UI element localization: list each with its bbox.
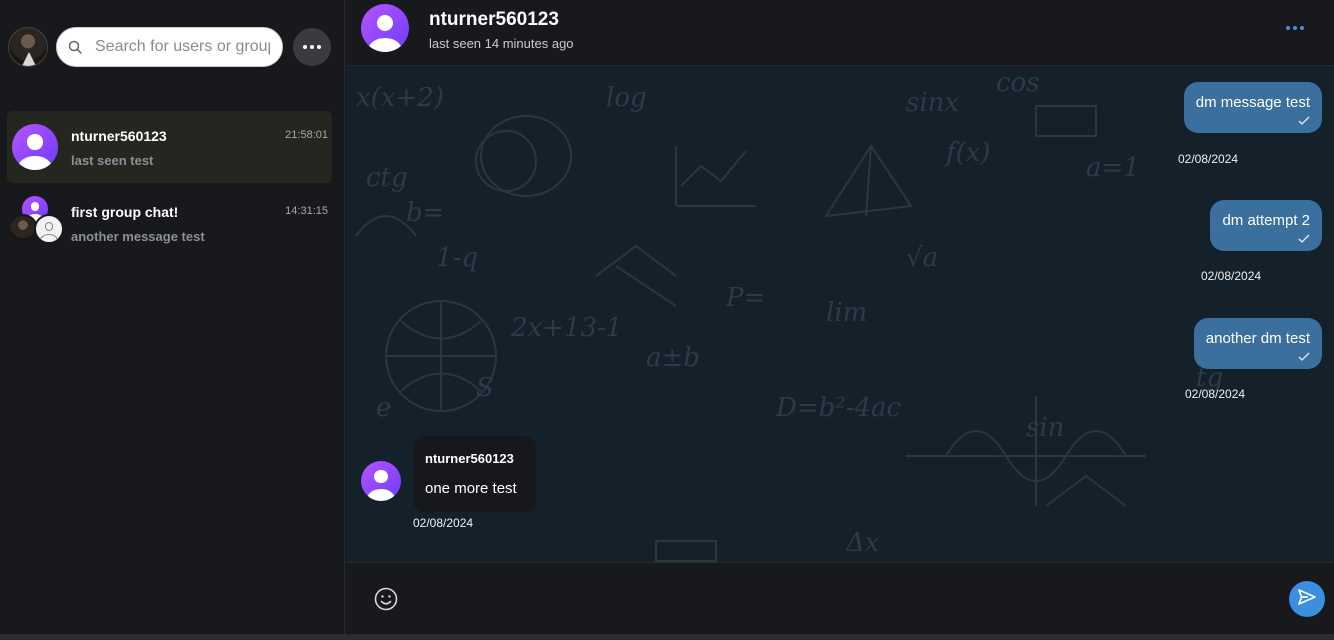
- chat-name: nturner560123: [71, 128, 167, 144]
- sent-check-icon: [1206, 349, 1310, 361]
- message-date: 02/08/2024: [413, 516, 474, 530]
- bg-formula-text: Δx: [845, 528, 880, 558]
- user-silhouette-icon: [12, 124, 58, 170]
- chat-list-item[interactable]: nturner560123 last seen test 21:58:01: [7, 111, 332, 183]
- chat-time: 21:58:01: [285, 129, 328, 141]
- outgoing-message-bubble[interactable]: another dm test: [1193, 318, 1322, 369]
- more-dot-icon: [1293, 26, 1297, 30]
- emoji-icon[interactable]: [373, 586, 399, 612]
- chat-time: 14:31:15: [285, 205, 328, 217]
- message-date: 02/08/2024: [1185, 387, 1246, 401]
- user-silhouette-icon: [361, 4, 409, 52]
- user-silhouette-icon: [361, 461, 401, 501]
- incoming-message-bubble[interactable]: nturner560123 one more test: [413, 436, 536, 512]
- bg-formula-text: a=1: [1086, 153, 1140, 183]
- message-text: another dm test: [1205, 330, 1310, 347]
- message-date: 02/08/2024: [1178, 152, 1239, 166]
- chat-preview: last seen test: [71, 153, 154, 168]
- bg-formula-text: 2x+13-1: [510, 313, 622, 343]
- group-avatar: [7, 188, 67, 248]
- window-bottom-edge: [0, 634, 1334, 640]
- sender-name: nturner560123: [425, 451, 514, 466]
- more-dot-icon: [1286, 26, 1290, 30]
- bg-formula-text: x(x+2): [356, 83, 444, 113]
- sent-check-icon: [1222, 231, 1310, 243]
- message-date: 02/08/2024: [1201, 269, 1262, 283]
- contact-name: nturner560123: [429, 9, 559, 30]
- messenger-app: nturner560123 last seen test 21:58:01 fi…: [0, 0, 1334, 640]
- contact-status: last seen 14 minutes ago: [429, 36, 574, 51]
- contact-avatar[interactable]: [361, 4, 409, 52]
- bg-formula-text: ctg: [366, 163, 408, 193]
- more-dot-icon: [1300, 26, 1304, 30]
- bg-formula-text: P=: [725, 283, 765, 313]
- bg-formula-text: lim: [826, 298, 867, 328]
- bg-formula-text: D=b²-4ac: [775, 393, 902, 423]
- message-text: one more test: [425, 480, 517, 497]
- outgoing-message-bubble[interactable]: dm attempt 2: [1210, 200, 1322, 251]
- chat-avatar: [12, 124, 58, 170]
- chat-preview: another message test: [71, 229, 205, 244]
- message-text: dm message test: [1195, 94, 1310, 111]
- search-icon: [67, 39, 83, 55]
- bg-formula-text: log: [606, 83, 647, 113]
- send-icon: [1297, 587, 1317, 612]
- message-input[interactable]: [418, 581, 1278, 617]
- send-button[interactable]: [1289, 581, 1325, 617]
- sidebar: nturner560123 last seen test 21:58:01 fi…: [0, 0, 345, 634]
- bg-formula-text: S: [476, 373, 494, 403]
- more-dot-icon: [317, 45, 321, 49]
- message-composer: [346, 562, 1334, 634]
- search-box[interactable]: [56, 27, 283, 67]
- more-dot-icon: [303, 45, 307, 49]
- sidebar-more-button[interactable]: [293, 28, 331, 66]
- bg-formula-text: √a: [906, 243, 938, 273]
- more-dot-icon: [310, 45, 314, 49]
- bg-formula-text: sinx: [906, 88, 959, 118]
- sent-check-icon: [1196, 113, 1310, 125]
- bg-formula-text: b=: [406, 198, 444, 228]
- chat-options-button[interactable]: [1286, 20, 1304, 36]
- bg-formula-text: f(x): [944, 138, 991, 168]
- message-text: dm attempt 2: [1222, 212, 1310, 229]
- bg-formula-text: sin: [1026, 413, 1064, 443]
- chat-header: nturner560123 last seen 14 minutes ago: [346, 0, 1334, 66]
- message-area[interactable]: x(x+2) log sinx cos a=1 f(x) lim tg ctg …: [346, 66, 1334, 562]
- search-input[interactable]: [95, 38, 270, 56]
- chat-name: first group chat!: [71, 204, 179, 220]
- bg-formula-text: e: [376, 393, 391, 423]
- bg-formula-text: 1-q: [436, 243, 478, 273]
- bg-formula-text: cos: [996, 68, 1040, 98]
- outgoing-message-bubble[interactable]: dm message test: [1183, 82, 1322, 133]
- member-avatar: [34, 214, 64, 244]
- chat-list-item[interactable]: first group chat! another message test 1…: [7, 188, 332, 260]
- sender-avatar[interactable]: [361, 461, 401, 501]
- bg-formula-text: a±b: [646, 343, 700, 373]
- current-user-avatar[interactable]: [8, 27, 48, 67]
